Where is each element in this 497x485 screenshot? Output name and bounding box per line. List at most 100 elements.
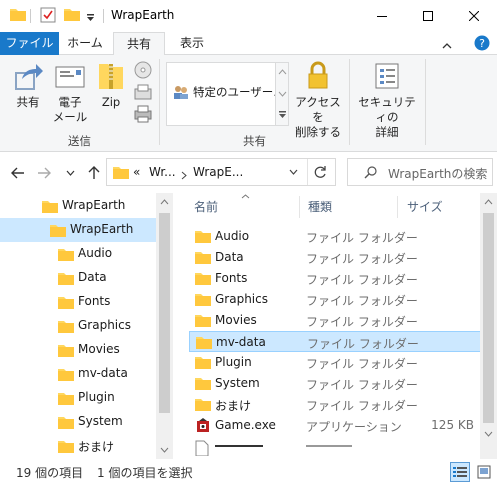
scroll-down-icon[interactable] [484, 431, 493, 437]
tree-item[interactable]: Plugin [0, 386, 158, 410]
burn-disc-icon[interactable] [134, 61, 152, 82]
file-type: ファイル フォルダー [306, 231, 418, 245]
tab-home[interactable]: ホーム [59, 32, 111, 55]
file-row[interactable]: Game.exe アプリケーション 125 KB [189, 415, 480, 436]
folder-icon [195, 399, 211, 411]
email-button[interactable]: 電子 メール [52, 61, 88, 125]
zip-button[interactable]: Zip [96, 61, 126, 110]
tab-view[interactable]: 表示 [166, 32, 218, 55]
customize-toolbar-icon[interactable] [86, 11, 95, 25]
file-row[interactable]: Movies ファイル フォルダー [189, 310, 480, 331]
title-bar: WrapEarth [0, 0, 497, 32]
file-row[interactable]: おまけ ファイル フォルダー [189, 394, 480, 415]
tree-item-label: Movies [78, 342, 120, 356]
scroll-up-icon[interactable] [484, 199, 493, 205]
tree-item[interactable]: Data [0, 266, 158, 290]
maximize-button[interactable] [405, 0, 451, 32]
folder-icon [195, 231, 211, 243]
tab-share[interactable]: 共有 [113, 32, 165, 56]
share-button[interactable]: 共有 [8, 61, 48, 110]
file-row-selected[interactable]: mv-data ファイル フォルダー [189, 331, 480, 352]
collapse-ribbon-icon[interactable] [442, 38, 452, 52]
ribbon-panel: 共有 電子 メール Zip 送信 特定のユーザー… アクセスを 削除する 共有 … [0, 55, 497, 152]
document-icon [195, 440, 209, 456]
file-name: Movies [215, 313, 257, 327]
large-icons-view-icon [477, 465, 491, 479]
remove-access-button[interactable]: アクセスを 削除する [292, 61, 344, 140]
forward-button[interactable] [34, 163, 54, 183]
forward-arrow-icon [38, 167, 51, 179]
file-name: Data [215, 250, 244, 264]
folder-icon [58, 249, 74, 261]
tree-item[interactable]: System [0, 410, 158, 434]
file-row[interactable]: System ファイル フォルダー [189, 373, 480, 394]
file-list-scrollbar[interactable] [480, 193, 497, 459]
tree-item[interactable]: Movies [0, 338, 158, 362]
scrollbar-thumb[interactable] [159, 213, 170, 413]
minimize-button[interactable] [359, 0, 405, 32]
scroll-down-icon[interactable] [160, 447, 169, 453]
share-with-gallery[interactable]: 特定のユーザー… [166, 62, 288, 126]
file-row-partial[interactable] [189, 436, 480, 459]
recent-locations-button[interactable] [60, 163, 80, 183]
search-box[interactable]: WrapEarthの検索 [347, 158, 493, 186]
file-row[interactable]: Audio ファイル フォルダー [189, 226, 480, 247]
file-row[interactable]: Data ファイル フォルダー [189, 247, 480, 268]
folder-icon [58, 273, 74, 285]
gallery-scroll[interactable] [275, 62, 289, 126]
ribbon-separator [159, 59, 160, 145]
ribbon-separator-2 [349, 59, 350, 145]
back-button[interactable] [8, 163, 28, 183]
details-view-button[interactable] [450, 462, 470, 482]
navigation-pane-scrollbar[interactable] [156, 193, 173, 459]
large-icons-view-button[interactable] [474, 462, 494, 482]
column-divider[interactable] [299, 196, 300, 218]
ribbon-separator-3 [425, 59, 426, 145]
scroll-up-icon[interactable] [160, 199, 169, 205]
breadcrumb-separator-icon[interactable] [181, 169, 187, 183]
folder-icon [58, 321, 74, 333]
address-history-button[interactable] [281, 169, 305, 179]
tree-item[interactable]: Fonts [0, 290, 158, 314]
tree-item[interactable]: おまけ [0, 434, 158, 458]
advanced-security-button[interactable]: セキュリティの 詳細 [353, 61, 421, 140]
tree-item[interactable]: Graphics [0, 314, 158, 338]
lock-icon [308, 61, 328, 89]
file-type: ファイル フォルダー [306, 252, 418, 266]
help-icon[interactable]: ? [474, 35, 490, 54]
properties-icon[interactable] [40, 7, 56, 26]
chevron-up-icon [278, 69, 287, 75]
file-row[interactable]: Graphics ファイル フォルダー [189, 289, 480, 310]
refresh-icon[interactable] [313, 165, 327, 182]
folder-icon [58, 345, 74, 357]
up-button[interactable] [84, 163, 104, 183]
window-title: WrapEarth [111, 8, 175, 22]
tree-item-label: mv-data [78, 366, 128, 380]
tree-item[interactable]: Audio [0, 242, 158, 266]
tab-file[interactable]: ファイル [0, 32, 59, 55]
column-header-type[interactable]: 種類 [308, 193, 332, 221]
scrollbar-thumb[interactable] [483, 213, 494, 423]
address-bar[interactable]: « Wr... WrapE... [106, 158, 336, 186]
tree-item[interactable]: mv-data [0, 362, 158, 386]
fax-icon[interactable] [134, 83, 152, 104]
breadcrumb-item[interactable]: Wr... [149, 165, 176, 179]
file-row[interactable]: Fonts ファイル フォルダー [189, 268, 480, 289]
column-divider[interactable] [397, 196, 398, 218]
tree-item-label: Data [78, 270, 107, 284]
address-divider [307, 159, 308, 185]
tree-item-selected[interactable]: WrapEarth [0, 218, 158, 242]
print-icon[interactable] [134, 105, 152, 126]
security-settings-icon [375, 63, 399, 89]
column-header-size[interactable]: サイズ [407, 193, 443, 221]
breadcrumb-item-current[interactable]: WrapE... [193, 165, 243, 179]
column-header-name[interactable]: 名前 [194, 193, 218, 221]
file-size: 125 KB [431, 418, 474, 432]
breadcrumb-overflow[interactable]: « [133, 165, 140, 179]
file-row[interactable]: Plugin ファイル フォルダー [189, 352, 480, 373]
new-folder-icon[interactable] [64, 7, 80, 24]
close-button[interactable] [451, 0, 497, 32]
folder-icon [113, 167, 129, 179]
tree-item[interactable]: WrapEarth [0, 194, 158, 218]
back-arrow-icon [11, 167, 24, 179]
